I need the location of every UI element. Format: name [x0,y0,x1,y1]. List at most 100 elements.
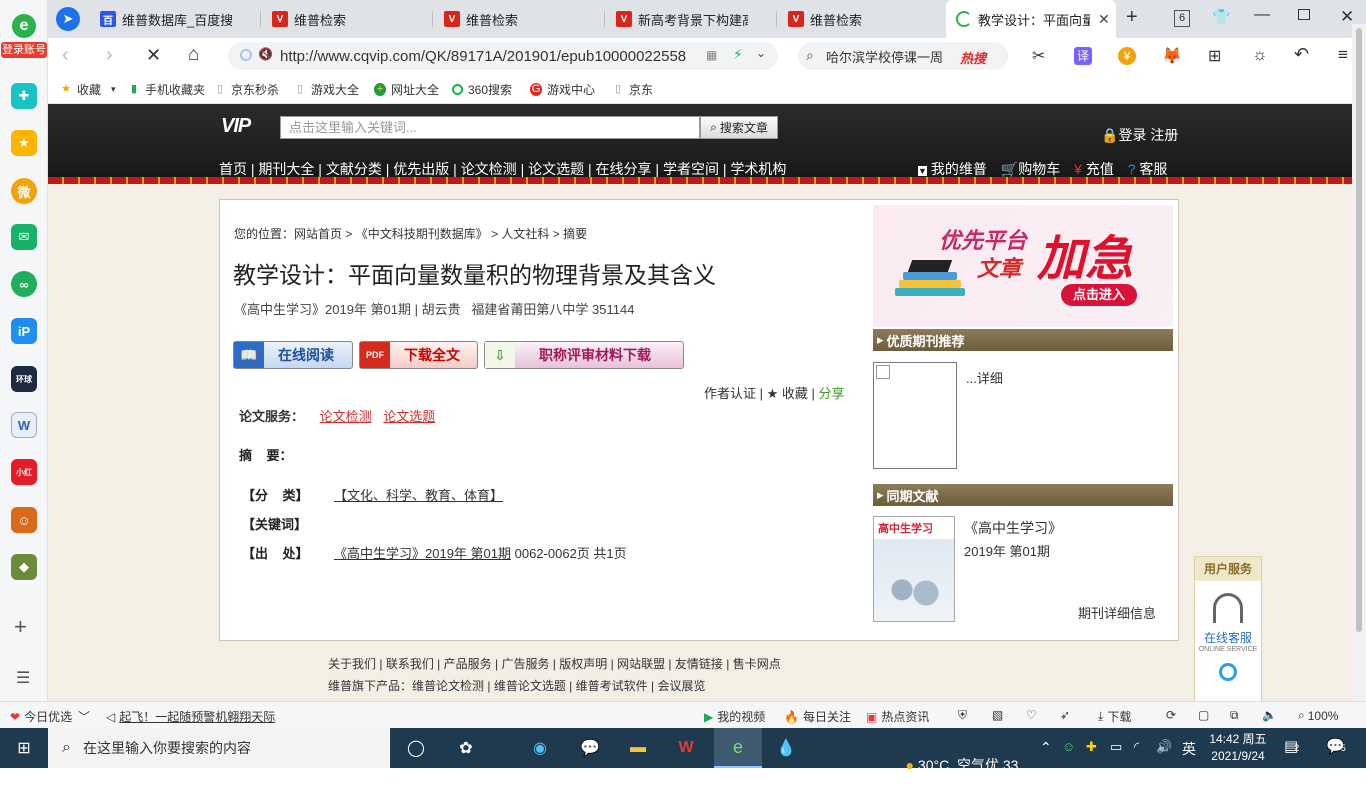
task-view-icon[interactable]: ◯ [402,734,430,762]
my-video[interactable]: ▶ 我的视频 [704,708,765,725]
download-manager[interactable]: ⤓ 下载 [1098,708,1131,725]
window-icon[interactable]: ▢ [1198,708,1209,722]
browser-logo-icon[interactable]: e [12,14,36,38]
bookmark-game-center[interactable]: G 游戏中心 [530,81,595,98]
author-cert-link[interactable]: 作者认证 [704,386,756,401]
shield-icon[interactable]: ⛨ [958,708,967,723]
footer-product-exam[interactable]: 维普考试软件 [576,679,648,693]
copy-icon[interactable]: ⧉ [1230,708,1239,723]
volume-icon[interactable]: 🔈 [1262,708,1277,722]
tray-app1-icon[interactable]: ☺ [1062,739,1075,754]
sidebar-link-icon[interactable]: ∞ [11,271,37,297]
daily-picks[interactable]: ❤ 今日优选 ﹀ [10,708,90,725]
daily-focus[interactable]: 🔥 每日关注 [784,708,851,725]
file-explorer-icon[interactable]: ▬ [624,734,652,762]
user-service-widget[interactable]: 用户服务 在线客服 ONLINE SERVICE [1194,556,1262,701]
brightness-icon[interactable]: ☼ [1252,45,1268,65]
sidebar-plus-app-icon[interactable]: ✚ [11,83,37,109]
hot-search-label[interactable]: 热搜 [960,48,986,67]
login-account-button[interactable]: 登录账号 [1,42,47,58]
game-icon[interactable]: 🦊 [1162,46,1182,66]
breadcrumb-database[interactable]: 《中文科技期刊数据库》 [356,227,488,241]
paper-topic-link[interactable]: 论文选题 [383,409,435,424]
close-tab-icon[interactable]: ✕ [1098,11,1110,28]
breadcrumb-category[interactable]: 人文社科 [501,227,549,241]
login-register-link[interactable]: 🔒登录 注册 [1101,125,1178,145]
recommended-detail-link[interactable]: ...详细 [966,368,1003,387]
cut-icon[interactable]: ✂ [1032,46,1045,66]
cart-link[interactable]: 🛒购物车 [1001,161,1060,177]
search-box[interactable]: ⌕ 哈尔滨学校停课一周 热搜 [798,42,1008,70]
navigation-compass-icon[interactable]: ➤ [56,7,80,31]
read-online-button[interactable]: 📖 在线阅读 [233,341,353,369]
tray-chevron-icon[interactable]: ⌃ [1040,739,1052,756]
new-tab-icon[interactable]: + [1126,6,1138,29]
online-service-link[interactable]: 在线客服 [1195,629,1261,646]
nav-share[interactable]: 在线分享 [596,161,652,177]
url-field[interactable]: 🔇 http://www.cqvip.com/QK/89171A/201901/… [228,42,778,70]
footer-product-detection[interactable]: 维普论文检测 [412,679,484,693]
footer-contact[interactable]: 联系我们 [386,657,434,671]
minimize-icon[interactable]: — [1254,6,1270,24]
active-browser-task[interactable]: e [714,728,762,768]
nav-journals[interactable]: 期刊大全 [258,161,314,177]
share-link[interactable]: 分享 [819,386,845,401]
weather-widget[interactable]: ● 30°C 空气优 33 [890,739,1019,791]
sidebar-word-icon[interactable]: W [11,412,37,438]
source-journal-link[interactable]: 《高中生学习》2019年 第01期 [334,546,511,561]
undo-icon[interactable]: ↶ [1294,44,1309,65]
footer-ads[interactable]: 广告服务 [501,657,549,671]
action-center-icon[interactable]: 💬5 [1326,737,1346,755]
main-menu-icon[interactable]: ≡ [1338,45,1348,65]
footer-about[interactable]: 关于我们 [328,657,376,671]
coupon-icon[interactable]: ¥ [1118,47,1136,65]
sidebar-ip-icon[interactable]: iP [11,318,37,344]
site-logo[interactable]: VIP [221,115,251,138]
recommended-journal-cover[interactable] [873,362,957,469]
page-scrollbar[interactable] [1352,24,1366,701]
nav-classification[interactable]: 文献分类 [326,161,382,177]
bookmark-360search[interactable]: 360搜索 [452,81,512,98]
clock[interactable]: 14:42 周五 2021/9/24 [1206,731,1270,765]
sidebar-game-icon[interactable]: ☺ [11,507,37,533]
sidebar-news-app-icon[interactable]: 环球 [11,366,37,392]
wechat-icon[interactable]: 💬 [576,734,604,762]
journal-detail-link[interactable]: 期刊详细信息 [1078,603,1156,622]
tab-vip-3[interactable]: V 维普检索 [778,0,946,38]
footer-card-outlets[interactable]: 售卡网点 [733,657,781,671]
bookmark-jd-miaosha[interactable]: ▯ 京东秒杀 [214,81,279,98]
nav-home[interactable]: 首页 [219,161,247,177]
rocket-icon[interactable]: ➶ [1060,708,1070,722]
tab-vip-2[interactable]: V 维普检索 [434,0,602,38]
refresh-icon[interactable]: ⟳ [1166,708,1176,722]
paint-drop-icon[interactable]: 💧 [772,734,800,762]
translate-button[interactable]: 译 [1074,47,1092,65]
footer-alliance[interactable]: 网站联盟 [617,657,665,671]
qr-icon[interactable]: ▦ [706,48,717,62]
hot-news[interactable]: ▣ 热点资讯 [866,708,929,725]
title-material-download-button[interactable]: ⇩ 职称评审材料下载 [484,341,684,369]
bookmark-mobile[interactable]: ▮ 手机收藏夹 [128,81,205,98]
news-ticker[interactable]: ◁ 起飞！一起随预警机翱翔天际 [106,708,275,725]
sidebar-weibo-icon[interactable]: 微 [11,178,37,204]
same-issue-journal-name[interactable]: 《高中生学习》 [964,518,1062,538]
sidebar-add-icon[interactable]: + [14,614,27,640]
tab-baidu[interactable]: 百 维普数据库_百度搜索 [90,0,258,38]
bookmark-games[interactable]: ▯ 游戏大全 [294,81,359,98]
wps-icon[interactable]: W [672,734,700,762]
back-icon[interactable]: ‹ [62,44,69,67]
bookmark-jd[interactable]: ▯ 京东 [612,81,653,98]
scrollbar-thumb[interactable] [1356,28,1362,632]
notification-icon[interactable]: ▤2 [1284,737,1299,755]
tab-gaokao[interactable]: V 新高考背景下构建高 [606,0,774,38]
footer-friend-links[interactable]: 友情链接 [675,657,723,671]
taskbar-search[interactable]: ⌕ 在这里输入你要搜索的内容 [48,728,390,768]
tray-battery-icon[interactable]: ▭ [1110,739,1122,755]
banner-enter-button[interactable]: 点击进入 [1061,284,1137,306]
same-issue-journal-cover[interactable]: 高中生学习 [873,516,955,622]
zoom-control[interactable]: ⌕ 100% [1298,708,1338,723]
tab-count-badge[interactable]: 6 [1174,10,1190,27]
service-link[interactable]: ? 客服 [1128,161,1168,177]
sidebar-favorite-icon[interactable]: ★ [11,130,37,156]
tray-volume-icon[interactable]: 🔊 [1156,739,1172,755]
